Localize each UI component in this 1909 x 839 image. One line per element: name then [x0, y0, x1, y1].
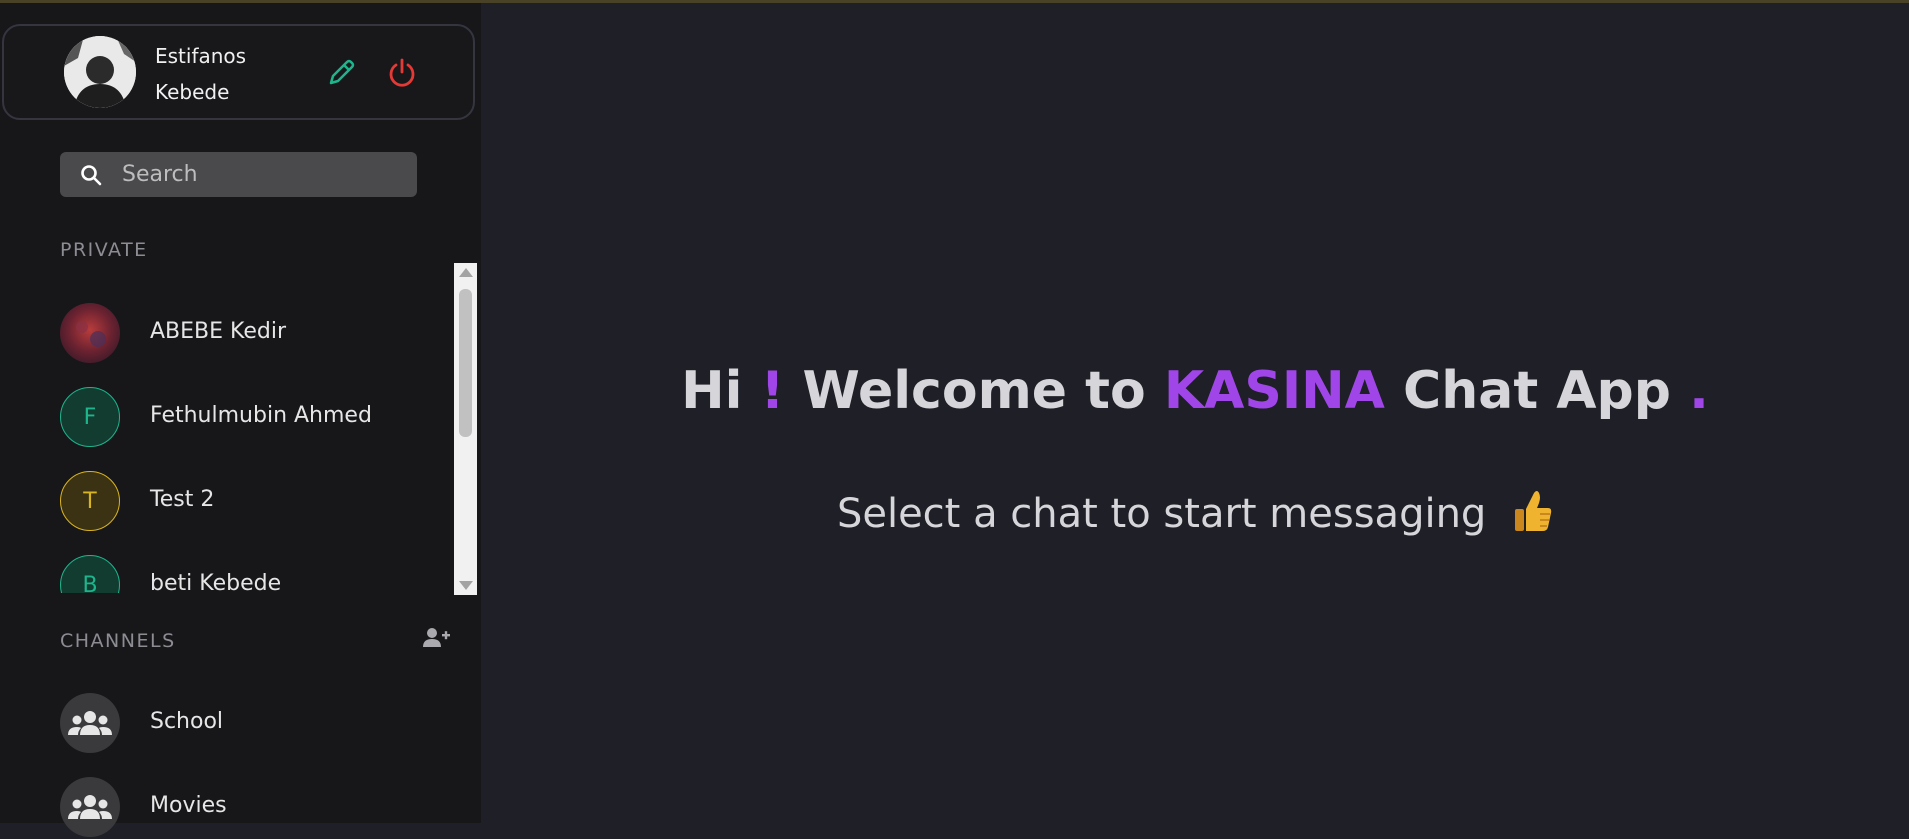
thumbs-up-icon	[1513, 489, 1553, 543]
brand-name: KASINA	[1163, 361, 1385, 421]
add-user-icon[interactable]	[420, 625, 450, 651]
greeting-exclamation: !	[760, 361, 785, 421]
search-bar	[60, 152, 417, 197]
scroll-up-arrow-icon[interactable]	[459, 268, 473, 277]
contact-name: Fethulmubin Ahmed	[150, 403, 372, 428]
contact-name: Test 2	[150, 487, 215, 512]
channel-item-school[interactable]: School	[60, 693, 440, 755]
greeting-dot: .	[1689, 361, 1709, 421]
welcome-heading: Hi ! Welcome to KASINA Chat App .	[481, 361, 1909, 421]
user-avatar[interactable]	[64, 36, 136, 108]
greeting-app: Chat App	[1403, 361, 1671, 421]
private-list-scrollbar[interactable]	[454, 263, 477, 595]
greeting-welcome: Welcome to	[802, 361, 1146, 421]
user-last-name: Kebede	[155, 80, 230, 104]
pencil-icon[interactable]	[324, 56, 358, 90]
user-first-name: Estifanos	[155, 44, 247, 68]
search-input[interactable]	[122, 158, 402, 191]
user-profile-card: Estifanos Kebede	[2, 24, 475, 120]
user-name: Estifanos Kebede	[155, 38, 305, 110]
group-icon	[60, 777, 120, 837]
welcome-subtitle: Select a chat to start messaging	[481, 489, 1909, 543]
contact-name: beti Kebede	[150, 571, 282, 593]
channel-name: School	[150, 709, 224, 734]
contact-avatar: B	[60, 555, 120, 593]
contact-item-beti-kebede[interactable]: B beti Kebede	[60, 555, 440, 593]
power-icon[interactable]	[385, 56, 419, 90]
contact-name: ABEBE Kedir	[150, 319, 287, 344]
sidebar: Estifanos Kebede PRIVATE	[0, 3, 481, 837]
subtitle-text: Select a chat to start messaging	[836, 491, 1487, 537]
contact-avatar: F	[60, 387, 120, 447]
search-icon	[79, 163, 103, 187]
contact-item-abebe-kedir[interactable]: ABEBE Kedir	[60, 303, 440, 365]
greeting-hi: Hi	[681, 361, 743, 421]
private-section-label: PRIVATE	[60, 239, 148, 261]
scroll-down-arrow-icon[interactable]	[459, 581, 473, 590]
main-panel: Hi ! Welcome to KASINA Chat App . Select…	[481, 3, 1909, 823]
channel-item-movies[interactable]: Movies	[60, 777, 440, 839]
group-icon	[60, 693, 120, 753]
contact-item-fethulmubin-ahmed[interactable]: F Fethulmubin Ahmed	[60, 387, 440, 449]
channel-name: Movies	[150, 793, 227, 818]
scrollbar-thumb[interactable]	[459, 289, 472, 437]
channels-section-label: CHANNELS	[60, 630, 176, 652]
contact-avatar	[60, 303, 120, 363]
contact-avatar: T	[60, 471, 120, 531]
contact-item-test-2[interactable]: T Test 2	[60, 471, 440, 533]
private-contact-list[interactable]: ABEBE Kedir F Fethulmubin Ahmed T Test 2…	[0, 263, 454, 593]
